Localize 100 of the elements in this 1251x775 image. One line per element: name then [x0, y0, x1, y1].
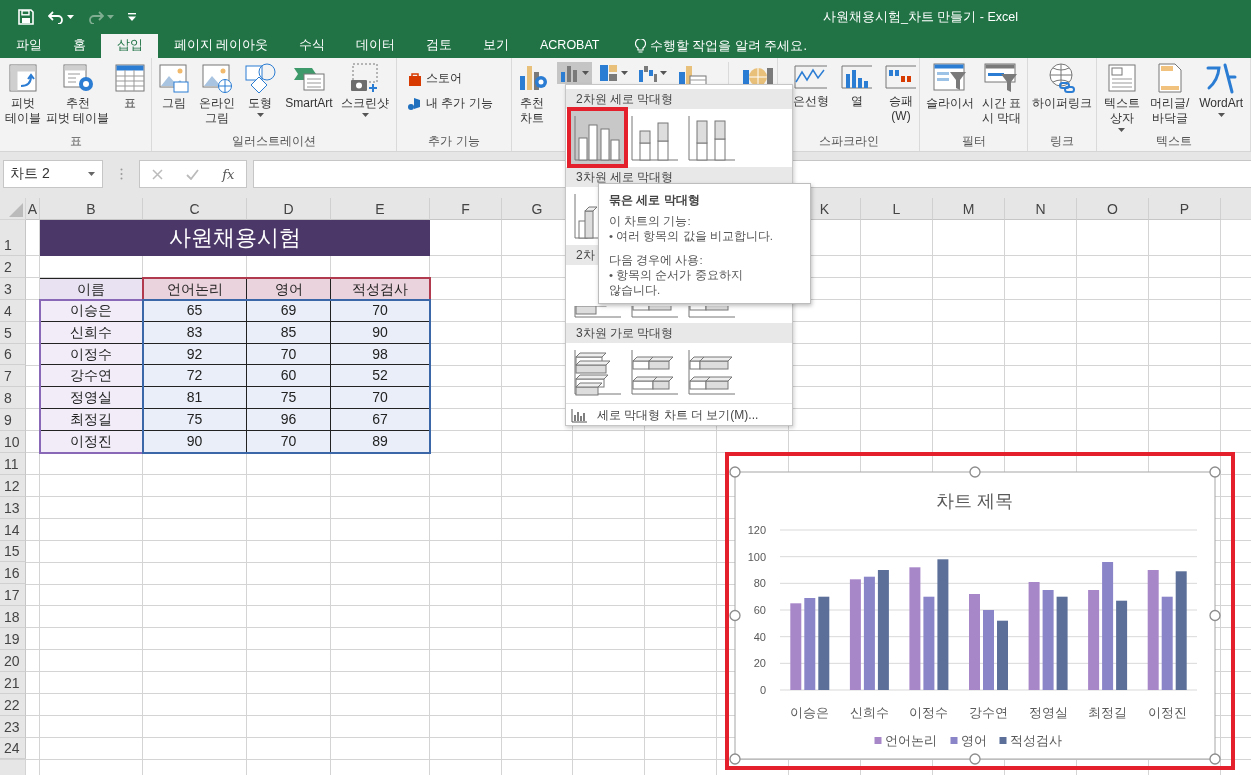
ribbon-button[interactable]: 은선형 [792, 62, 830, 133]
row-header[interactable]: 24 [0, 737, 26, 760]
ribbon-tab[interactable]: 삽입 [101, 34, 158, 58]
ribbon-button[interactable]: 스크린샷 [340, 62, 391, 133]
row-header[interactable]: 2 [0, 256, 26, 278]
ribbon-button[interactable]: WordArt [1198, 62, 1244, 133]
resize-handle[interactable] [969, 753, 981, 765]
resize-handle[interactable] [969, 466, 981, 478]
ribbon-button[interactable]: 스토어 [408, 70, 511, 87]
axis-label: 이승은 [790, 706, 830, 720]
tell-me-field[interactable]: 수행할 작업을 알려 주세요. [650, 39, 840, 53]
table-cell: 89 [331, 431, 430, 453]
ribbon-button[interactable]: 도형 [243, 62, 278, 133]
ribbon-button[interactable]: 텍스트 상자 [1102, 62, 1141, 133]
column-header[interactable]: C [143, 198, 247, 220]
tooltip-text: 이 차트의 기능: [609, 214, 691, 229]
row-header[interactable]: 1 [0, 220, 26, 256]
group-label: 추가 기능 [427, 133, 481, 150]
waterfall-chart-icon [638, 64, 658, 82]
ribbon-button[interactable]: 열 [840, 62, 874, 133]
row-header[interactable]: 21 [0, 671, 26, 694]
row-header[interactable]: 14 [0, 518, 26, 541]
row-header[interactable]: 13 [0, 496, 26, 519]
ribbon-button[interactable]: 하이퍼링크 [1031, 62, 1093, 133]
row-header[interactable]: 6 [0, 343, 26, 366]
name-box[interactable]: 차트 2 [3, 160, 103, 188]
ribbon-button[interactable]: 내 추가 기능 [408, 95, 511, 112]
ribbon-tab[interactable]: 데이터 [340, 34, 411, 58]
column-header[interactable]: B [40, 198, 143, 220]
ribbon-button[interactable]: 온라인 그림 [198, 62, 237, 133]
ribbon-tab[interactable]: ACROBAT [524, 34, 615, 58]
row-header[interactable]: 3 [0, 277, 26, 300]
ribbon-button[interactable]: 추천 차트 [515, 62, 549, 133]
check-icon[interactable] [185, 168, 199, 180]
row-header[interactable]: 20 [0, 650, 26, 672]
save-icon[interactable] [18, 9, 34, 25]
resize-handle[interactable] [729, 466, 741, 478]
axis-label: 신희수 [849, 706, 889, 720]
resize-handle[interactable] [1209, 609, 1221, 622]
ribbon-button[interactable]: 슬라이서 [924, 62, 975, 133]
chart-type-option[interactable] [685, 306, 738, 320]
column-header[interactable]: L [861, 198, 933, 220]
group-label: 표 [68, 133, 83, 150]
row-header[interactable]: 11 [0, 453, 26, 475]
group-label: 스파크라인 [817, 133, 880, 150]
column-header[interactable]: E [331, 198, 430, 220]
more-charts-link[interactable]: 세로 막대형 차트 더 보기(M)... [566, 403, 792, 427]
row-header[interactable]: 7 [0, 365, 26, 388]
customize-icon[interactable] [128, 13, 136, 21]
ribbon-tab[interactable]: 보기 [467, 34, 525, 58]
ribbon-tab[interactable]: 수식 [283, 34, 341, 58]
axis-label: 120 [747, 524, 766, 536]
row-header[interactable]: 16 [0, 562, 26, 585]
table-cell: 85 [247, 321, 331, 344]
table-cell: 이정진 [40, 431, 143, 453]
table-cell: 70 [247, 343, 331, 366]
ribbon-tab[interactable]: 검토 [410, 34, 468, 58]
resize-handle[interactable] [729, 753, 741, 765]
ribbon-tab[interactable]: 페이지 레이아웃 [158, 34, 284, 58]
undo-icon[interactable] [48, 10, 64, 24]
ribbon-button[interactable]: 시간 표 시 막대 [980, 62, 1023, 133]
column-header[interactable]: D [247, 198, 331, 220]
row-header[interactable]: 22 [0, 693, 26, 716]
column-header[interactable]: F [430, 198, 502, 220]
column-header[interactable]: O [1077, 198, 1149, 220]
ribbon-button[interactable]: 머리글/ 바닥글 [1148, 62, 1191, 133]
ribbon-button[interactable]: SmartArt [284, 62, 334, 133]
row-header[interactable]: 12 [0, 474, 26, 497]
close-icon[interactable] [151, 168, 163, 180]
column-header[interactable]: A [26, 198, 40, 220]
axis-label: 강수연 [969, 706, 1008, 720]
row-header[interactable]: 19 [0, 628, 26, 651]
ribbon-button[interactable]: 추천 피벗 테이블 [44, 62, 111, 133]
ribbon-button[interactable]: 승패 (W) [884, 62, 918, 133]
ribbon-tab[interactable]: 파일 [0, 34, 57, 58]
column-header[interactable]: M [933, 198, 1005, 220]
row-header[interactable]: 5 [0, 321, 26, 344]
row-header[interactable]: 18 [0, 606, 26, 629]
row-header[interactable]: 4 [0, 299, 26, 322]
row-header[interactable]: 10 [0, 431, 26, 453]
chart-type-option[interactable] [571, 306, 624, 320]
chart-type-option[interactable] [628, 306, 681, 320]
row-header[interactable]: 17 [0, 584, 26, 607]
ribbon-button[interactable]: 그림 [157, 62, 192, 133]
insert-function-button[interactable]: fx [222, 166, 235, 182]
column-header[interactable]: N [1005, 198, 1077, 220]
row-header[interactable]: 15 [0, 540, 26, 563]
row-header[interactable]: 23 [0, 715, 26, 738]
ribbon-tab[interactable]: 홈 [57, 34, 101, 58]
resize-handle[interactable] [1209, 753, 1221, 765]
resize-handle[interactable] [1209, 466, 1221, 478]
tooltip-text: 다음 경우에 사용: [609, 253, 703, 268]
column-header[interactable]: P [1149, 198, 1221, 220]
legend-label: 언어논리 [884, 734, 937, 748]
row-header[interactable]: 8 [0, 387, 26, 410]
row-header[interactable]: 9 [0, 409, 26, 432]
resize-handle[interactable] [729, 609, 741, 622]
ribbon-button[interactable]: 표 [113, 62, 148, 133]
chart-type-button[interactable] [557, 62, 592, 84]
ribbon-button[interactable]: 피벗 테이블 [3, 62, 42, 133]
